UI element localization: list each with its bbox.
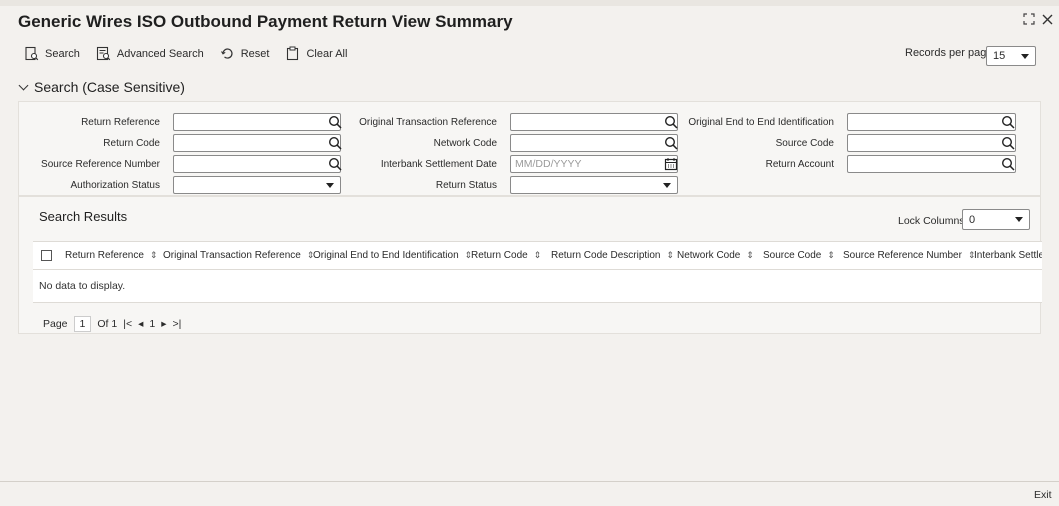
- search-section-toggle[interactable]: Search (Case Sensitive): [18, 79, 185, 95]
- source-code-input[interactable]: [847, 134, 1016, 152]
- authorization-status-select[interactable]: [173, 176, 341, 194]
- records-per-page-value: 15: [993, 50, 1006, 62]
- search-results-panel: Search Results Lock Columns 0 Return Ref…: [18, 196, 1042, 334]
- search-doc-icon: [25, 46, 39, 61]
- col-source-reference-number[interactable]: Source Reference Number ⇕: [843, 250, 976, 261]
- results-table: Return Reference ⇕ Original Transaction R…: [33, 241, 1042, 303]
- page-label: Page: [43, 318, 68, 330]
- interbank-settlement-date-label: Interbank Settlement Date: [380, 159, 497, 170]
- clipboard-icon: [287, 46, 299, 61]
- chevron-down-icon: [663, 182, 671, 188]
- top-strip: [0, 0, 1059, 6]
- col-return-reference[interactable]: Return Reference ⇕: [65, 250, 157, 261]
- close-icon[interactable]: [1042, 12, 1053, 28]
- chevron-down-icon: [18, 80, 29, 90]
- col-original-transaction-reference[interactable]: Original Transaction Reference ⇕: [163, 250, 314, 261]
- search-icon[interactable]: [1001, 157, 1015, 171]
- chevron-down-icon: [1015, 217, 1023, 222]
- lock-columns-label: Lock Columns: [898, 215, 965, 227]
- expand-icon[interactable]: [1023, 12, 1035, 28]
- original-transaction-reference-label: Original Transaction Reference: [359, 117, 497, 128]
- network-code-label: Network Code: [433, 138, 497, 149]
- search-label: Search: [45, 47, 80, 60]
- no-data-message: No data to display.: [39, 280, 126, 292]
- col-network-code[interactable]: Network Code ⇕: [677, 250, 754, 261]
- return-account-label: Return Account: [765, 159, 834, 170]
- search-results-title: Search Results: [39, 209, 128, 224]
- reset-label: Reset: [240, 47, 270, 60]
- sort-icon: ⇕: [533, 250, 542, 260]
- col-return-code-description[interactable]: Return Code Description ⇕: [551, 250, 674, 261]
- search-button[interactable]: Search: [24, 46, 80, 61]
- last-page-icon[interactable]: >|: [172, 318, 181, 330]
- authorization-status-label: Authorization Status: [70, 180, 161, 191]
- sort-icon: ⇕: [666, 250, 675, 260]
- first-page-icon[interactable]: |<: [123, 318, 132, 330]
- toolbar: Search Advanced Search Reset Clear All: [24, 46, 347, 61]
- original-end-to-end-identification-input[interactable]: [847, 113, 1016, 131]
- advanced-search-button[interactable]: Advanced Search: [96, 46, 204, 61]
- col-source-code[interactable]: Source Code ⇕: [763, 250, 835, 261]
- return-account-input[interactable]: [847, 155, 1016, 173]
- search-icon[interactable]: [1001, 115, 1015, 129]
- advanced-search-icon: [96, 46, 111, 61]
- section-label: Search (Case Sensitive): [34, 79, 185, 95]
- sort-icon: ⇕: [149, 250, 158, 260]
- return-status-select[interactable]: [510, 176, 678, 194]
- col-interbank-settlement[interactable]: Interbank Settlem: [974, 250, 1042, 261]
- pagination: Page 1 Of 1 |< ◂ 1 ▸ >|: [43, 316, 181, 332]
- source-reference-number-label: Source Reference Number: [41, 159, 160, 170]
- search-icon[interactable]: [1001, 136, 1015, 150]
- lock-columns-value: 0: [969, 213, 976, 226]
- return-status-label: Return Status: [435, 180, 497, 191]
- page-of-label: Of 1: [97, 318, 118, 330]
- interbank-settlement-date-input[interactable]: MM/DD/YYYY: [510, 155, 678, 173]
- original-end-to-end-identification-label: Original End to End Identification: [688, 117, 834, 128]
- footer-divider: [0, 481, 1059, 482]
- source-code-label: Source Code: [775, 138, 834, 149]
- prev-page-icon[interactable]: ◂: [138, 318, 143, 330]
- records-per-page-label: Records per page: [905, 47, 993, 59]
- select-all-checkbox[interactable]: [41, 250, 52, 261]
- source-reference-number-input[interactable]: [173, 155, 341, 173]
- records-per-page-select[interactable]: 15: [986, 46, 1036, 66]
- reset-icon: [220, 48, 233, 59]
- exit-button[interactable]: Exit: [1034, 489, 1052, 501]
- clear-all-label: Clear All: [306, 47, 348, 60]
- return-code-input[interactable]: [173, 134, 341, 152]
- lock-columns-select[interactable]: 0: [962, 209, 1030, 230]
- advanced-search-label: Advanced Search: [116, 47, 204, 60]
- sort-icon: ⇕: [746, 250, 754, 260]
- chevron-down-icon: [1021, 53, 1029, 59]
- return-reference-input[interactable]: [173, 113, 341, 131]
- current-page: 1: [149, 318, 156, 330]
- table-header: Return Reference ⇕ Original Transaction R…: [33, 242, 1042, 270]
- reset-button[interactable]: Reset: [220, 46, 270, 61]
- next-page-icon[interactable]: ▸: [161, 318, 166, 330]
- page-title: Generic Wires ISO Outbound Payment Retur…: [18, 12, 513, 31]
- sort-icon: ⇕: [827, 250, 835, 260]
- clear-all-button[interactable]: Clear All: [285, 46, 347, 61]
- col-return-code[interactable]: Return Code ⇕: [471, 250, 541, 261]
- return-code-label: Return Code: [103, 138, 160, 149]
- return-reference-label: Return Reference: [81, 117, 160, 128]
- network-code-input[interactable]: [510, 134, 678, 152]
- original-transaction-reference-input[interactable]: [510, 113, 678, 131]
- col-original-end-to-end-identification[interactable]: Original End to End Identification ⇕: [313, 250, 472, 261]
- page-number-input[interactable]: 1: [73, 316, 92, 332]
